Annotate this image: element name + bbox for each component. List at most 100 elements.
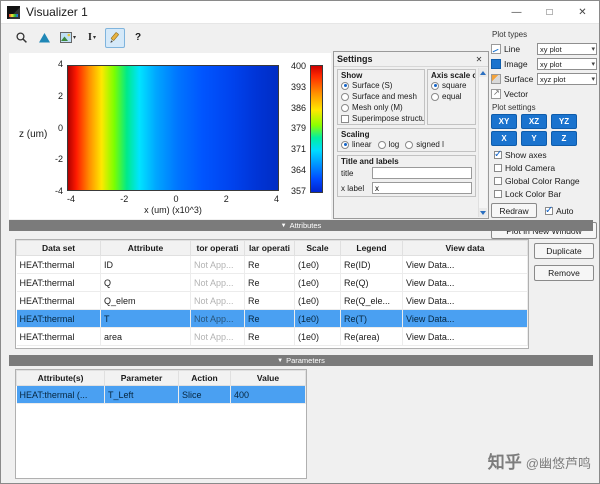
colorbar-ticks: 400 393 386 379 371 364 357: [281, 61, 306, 196]
checkbox-label: Lock Color Bar: [505, 188, 562, 199]
pencil-icon: [110, 31, 119, 43]
checkbox-label: Global Color Range: [505, 175, 580, 186]
checkbox-icon: [341, 114, 349, 123]
checkbox-superimpose-structure[interactable]: Superimpose structure: [338, 113, 424, 124]
scroll-up-icon[interactable]: [479, 68, 487, 77]
xz-view-button[interactable]: XZ: [521, 114, 547, 129]
y-view-button[interactable]: Y: [521, 131, 547, 146]
attributes-section-bar[interactable]: ▼ Attributes: [9, 220, 593, 231]
view-data-button[interactable]: View Data...: [402, 327, 528, 346]
title-input[interactable]: [372, 167, 472, 179]
scalar-operation-cell[interactable]: Re: [244, 291, 295, 310]
line-plot-dropdown[interactable]: xy plot: [537, 42, 597, 55]
surface-plot-dropdown[interactable]: xyz plot: [537, 72, 597, 85]
radio-icon: [341, 140, 349, 149]
plot-type-row-line[interactable]: Line xy plot: [491, 41, 597, 56]
legend-cell: Re(T): [340, 309, 403, 328]
attribute-row[interactable]: HEAT:thermal ID Not App... Re (1e0) Re(I…: [16, 255, 528, 274]
parameter-row[interactable]: HEAT:thermal (... T_Left Slice 400: [16, 385, 306, 404]
scale-cell[interactable]: (1e0): [294, 255, 341, 274]
rotate-view-button[interactable]: [34, 28, 54, 48]
scale-cell[interactable]: (1e0): [294, 327, 341, 346]
zoom-tool-button[interactable]: [11, 28, 31, 48]
checkbox-lock-color-bar[interactable]: Lock Color Bar: [491, 187, 597, 200]
show-group-label: Show: [341, 71, 363, 80]
plot-settings-label: Plot settings: [492, 103, 536, 112]
view-data-button[interactable]: View Data...: [402, 255, 528, 274]
scalar-operation-cell[interactable]: Re: [244, 255, 295, 274]
checkbox-global-color-range[interactable]: Global Color Range: [491, 174, 597, 187]
y-tick: 0: [57, 122, 63, 133]
edit-tool-button[interactable]: [105, 27, 126, 48]
scalar-operation-cell[interactable]: Re: [244, 327, 295, 346]
scalar-operation-cell[interactable]: Re: [244, 309, 295, 328]
column-header: Data set: [16, 240, 101, 256]
z-view-button[interactable]: Z: [551, 131, 577, 146]
checkbox-label: Auto: [556, 205, 574, 216]
checkbox-show-axes[interactable]: Show axes: [491, 148, 597, 161]
checkbox-icon: [494, 189, 502, 198]
radio-linear[interactable]: linear: [341, 140, 372, 149]
settings-close-icon[interactable]: ✕: [473, 55, 485, 64]
x-view-button[interactable]: X: [491, 131, 517, 146]
attribute-row[interactable]: HEAT:thermal Q Not App... Re (1e0) Re(Q)…: [16, 273, 528, 292]
remove-button[interactable]: Remove: [534, 265, 594, 281]
plot-type-row-image[interactable]: Image xy plot: [491, 56, 597, 71]
radio-surface-and-mesh[interactable]: Surface and mesh: [338, 91, 424, 102]
image-tool-dropdown[interactable]: ▾: [57, 28, 79, 48]
scalar-operation-cell[interactable]: Re: [244, 273, 295, 292]
plot-type-row-vector[interactable]: Vector: [491, 86, 597, 101]
parameter-value-cell[interactable]: 400: [230, 385, 306, 404]
plot-type-row-surface[interactable]: Surface xyz plot: [491, 71, 597, 86]
view-data-button[interactable]: View Data...: [402, 291, 528, 310]
y-tick: 4: [57, 59, 63, 69]
maximize-button[interactable]: □: [533, 1, 566, 23]
duplicate-button[interactable]: Duplicate: [534, 243, 594, 259]
legend-cell: Re(Q_ele...: [340, 291, 403, 310]
text-cursor-icon: I: [88, 32, 92, 43]
image-plot-dropdown[interactable]: xy plot: [537, 57, 597, 70]
plot-canvas[interactable]: z (um) 4 2 0 -2 -4 -4 -2 0 2 4 x (um) (x…: [9, 53, 331, 219]
checkbox-hold-camera[interactable]: Hold Camera: [491, 161, 597, 174]
column-header: Legend: [340, 240, 403, 256]
x-label-input[interactable]: [372, 182, 472, 194]
attribute-row[interactable]: HEAT:thermal Q_elem Not App... Re (1e0) …: [16, 291, 528, 310]
vector-operation-cell: Not App...: [190, 291, 245, 310]
radio-label: log: [388, 140, 400, 149]
view-data-button[interactable]: View Data...: [402, 309, 528, 328]
help-button[interactable]: ?: [128, 28, 148, 48]
radio-icon: [405, 140, 414, 149]
parameters-section-bar[interactable]: ▼ Parameters: [9, 355, 593, 366]
parameter-name-cell: T_Left: [104, 385, 179, 404]
attributes-table: Data set Attribute tor operati lar opera…: [15, 239, 529, 349]
radio-mesh-only[interactable]: Mesh only (M): [338, 102, 424, 113]
scale-cell[interactable]: (1e0): [294, 273, 341, 292]
parameter-action-cell[interactable]: Slice: [178, 385, 231, 404]
watermark: 知乎 @幽悠芦鸣: [488, 448, 591, 473]
radio-surface[interactable]: Surface (S): [338, 80, 424, 91]
scroll-down-icon[interactable]: [479, 208, 487, 217]
radio-equal[interactable]: equal: [428, 91, 475, 102]
image-icon: [60, 32, 72, 43]
heatmap-plot[interactable]: [67, 65, 279, 191]
text-tool-dropdown[interactable]: I ▾: [82, 28, 102, 48]
radio-log[interactable]: log: [377, 140, 400, 149]
parameters-section-label: Parameters: [286, 356, 325, 365]
settings-scrollbar[interactable]: [478, 68, 487, 217]
yz-view-button[interactable]: YZ: [551, 114, 577, 129]
checkbox-auto[interactable]: Auto: [542, 204, 577, 217]
view-data-button[interactable]: View Data...: [402, 273, 528, 292]
vector-operation-cell: Not App...: [190, 255, 245, 274]
radio-signed-log[interactable]: signed l: [405, 140, 444, 149]
close-button[interactable]: ✕: [566, 1, 599, 23]
redraw-button[interactable]: Redraw: [491, 203, 537, 218]
attribute-row[interactable]: HEAT:thermal T Not App... Re (1e0) Re(T)…: [16, 309, 528, 328]
attribute-row[interactable]: HEAT:thermal area Not App... Re (1e0) Re…: [16, 327, 528, 346]
radio-square[interactable]: square: [428, 80, 475, 91]
title-labels-group: Title and labels title x label: [337, 155, 476, 197]
visualizer-window: { "window": {"title": "Visualizer 1"}, "…: [0, 0, 600, 484]
minimize-button[interactable]: —: [500, 1, 533, 23]
xy-view-button[interactable]: XY: [491, 114, 517, 129]
scale-cell[interactable]: (1e0): [294, 309, 341, 328]
scale-cell[interactable]: (1e0): [294, 291, 341, 310]
